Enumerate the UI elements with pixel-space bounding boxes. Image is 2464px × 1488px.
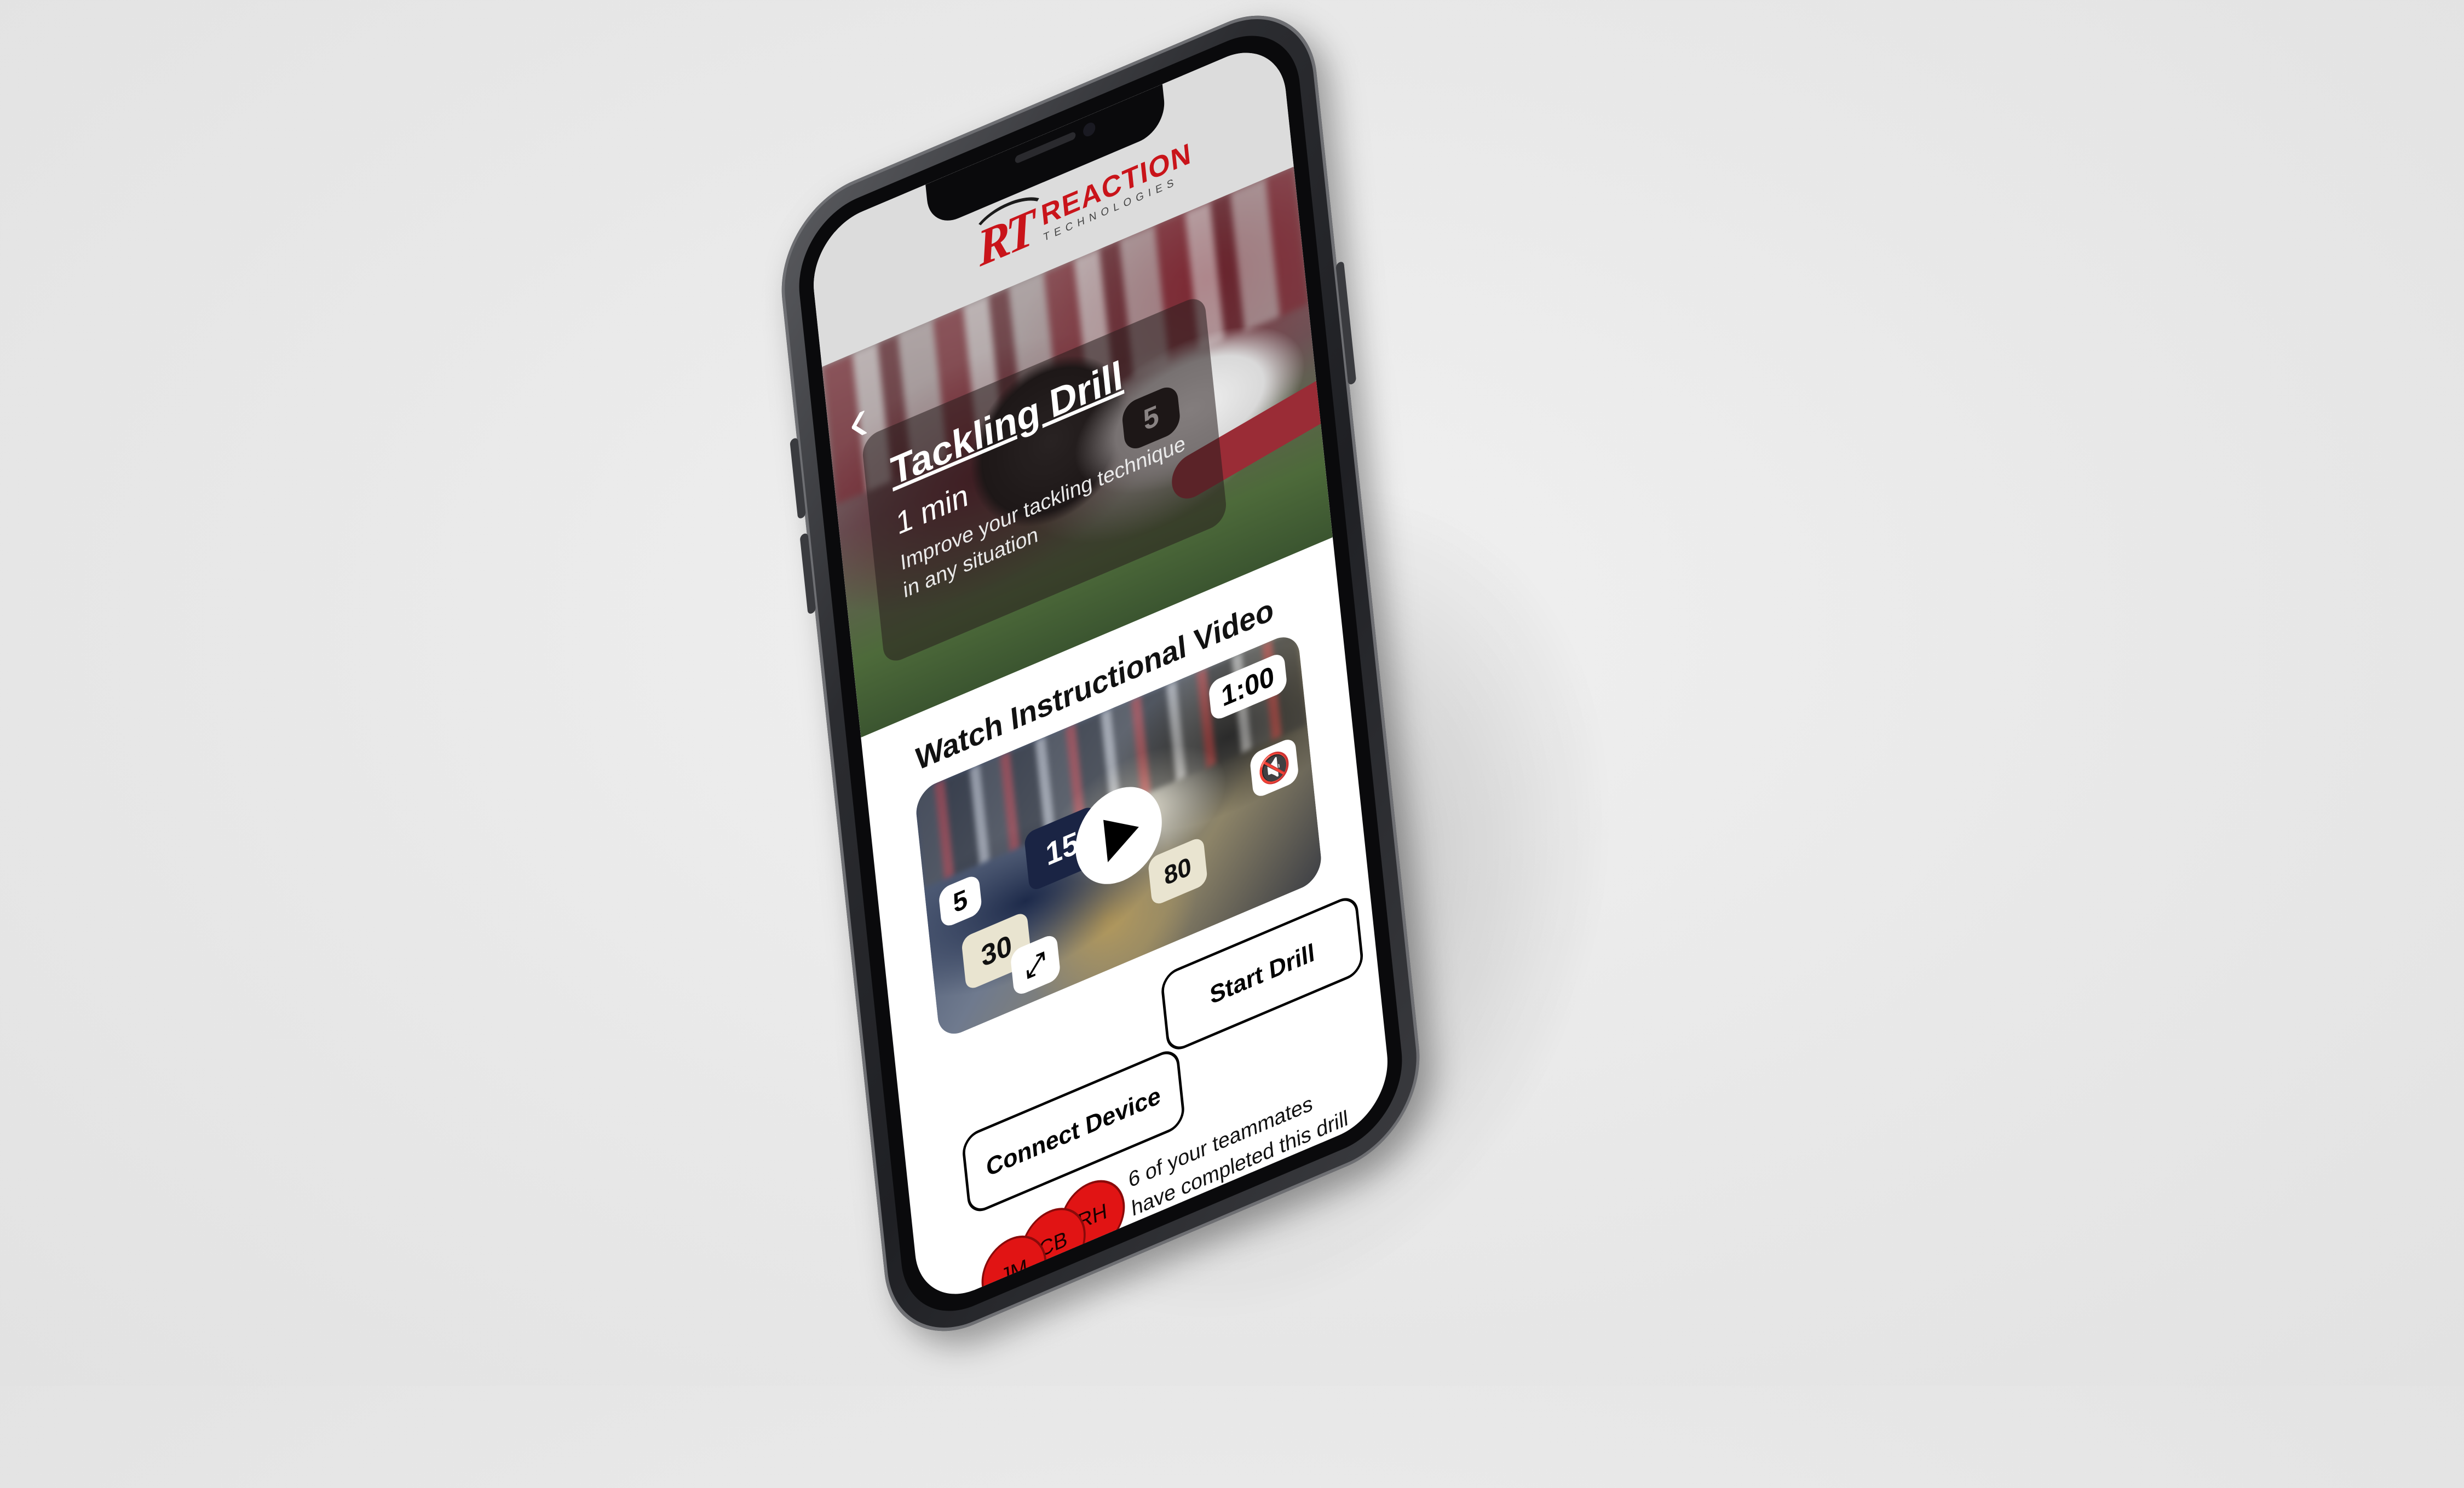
front-camera xyxy=(1083,120,1096,139)
video-count-badge: 5 xyxy=(938,873,983,930)
mockup-stage: RT REACTION TECHNOLOGIES 5 ‹ Tackling Dr… xyxy=(0,0,2464,1488)
video-jersey-80: 80 xyxy=(1147,835,1208,907)
logo-mark: RT xyxy=(969,186,1051,278)
play-icon xyxy=(1103,805,1141,862)
phone-mockup: RT REACTION TECHNOLOGIES 5 ‹ Tackling Dr… xyxy=(773,0,1428,1359)
